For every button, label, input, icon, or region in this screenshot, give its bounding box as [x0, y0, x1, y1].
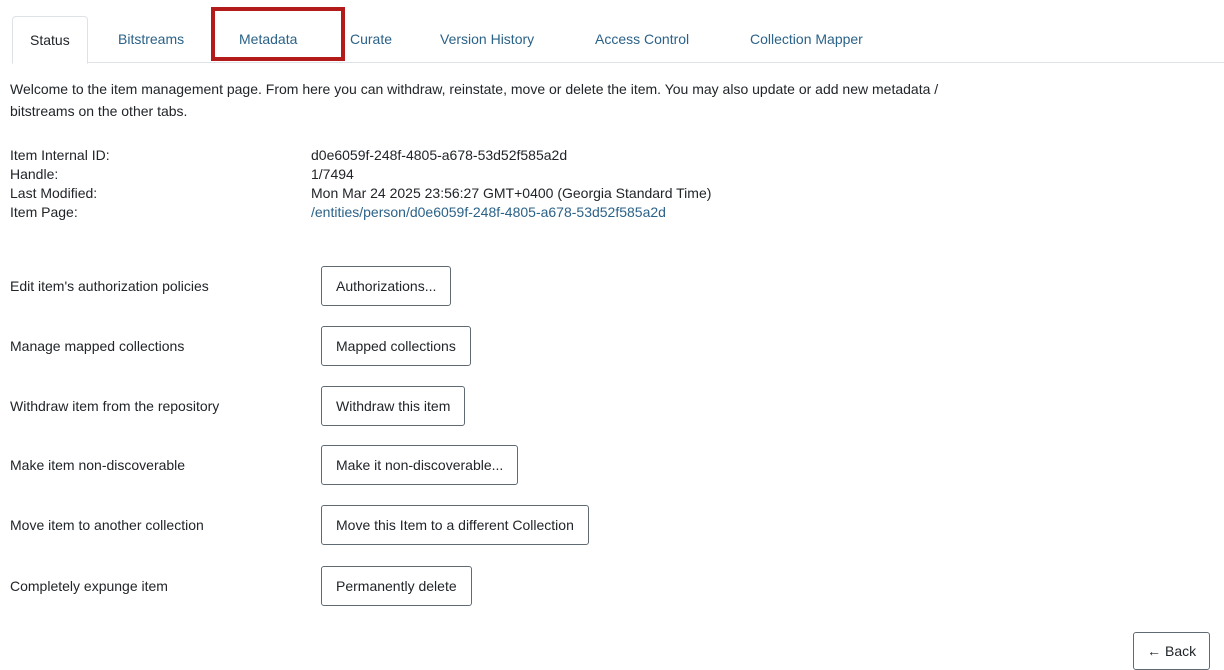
item-last-modified: Mon Mar 24 2025 23:56:27 GMT+0400 (Georg…: [311, 185, 712, 201]
item-page-link[interactable]: /entities/person/d0e6059f-248f-4805-a678…: [311, 203, 666, 222]
tab-access-control[interactable]: Access Control: [595, 16, 689, 63]
action-label: Manage mapped collections: [10, 338, 185, 354]
action-label: Withdraw item from the repository: [10, 398, 220, 414]
welcome-line-2: bitstreams on the other tabs.: [10, 103, 188, 119]
tab-metadata[interactable]: Metadata: [239, 16, 297, 63]
welcome-text: Welcome to the item management page. Fro…: [10, 78, 1210, 122]
item-handle: 1/7494: [311, 166, 354, 182]
action-label: Completely expunge item: [10, 578, 168, 594]
mapped-collections-button[interactable]: Mapped collections: [321, 326, 471, 366]
welcome-line-1: Welcome to the item management page. Fro…: [10, 81, 939, 97]
authorizations-button[interactable]: Authorizations...: [321, 266, 452, 306]
move-item-button[interactable]: Move this Item to a different Collection: [321, 505, 589, 545]
tab-collection-mapper[interactable]: Collection Mapper: [750, 16, 863, 63]
tab-curate[interactable]: Curate: [350, 16, 392, 63]
tab-bitstreams[interactable]: Bitstreams: [118, 16, 184, 63]
tab-status[interactable]: Status: [12, 16, 88, 64]
item-internal-id: d0e6059f-248f-4805-a678-53d52f585a2d: [311, 147, 568, 163]
tab-bar: Status Bitstreams Metadata Curate Versio…: [12, 16, 1224, 64]
action-label: Make item non-discoverable: [10, 457, 186, 473]
tab-version-history[interactable]: Version History: [440, 16, 534, 63]
info-label: Item Page:: [10, 204, 78, 220]
info-label: Handle:: [10, 166, 59, 182]
info-label: Item Internal ID:: [10, 147, 110, 163]
withdraw-item-button[interactable]: Withdraw this item: [321, 386, 466, 426]
make-non-discoverable-button[interactable]: Make it non-discoverable...: [321, 445, 519, 485]
back-button[interactable]: ← Back: [1133, 632, 1211, 670]
action-label: Move item to another collection: [10, 517, 204, 533]
info-label: Last Modified:: [10, 185, 98, 201]
arrow-left-icon: ←: [1147, 643, 1161, 659]
permanently-delete-button[interactable]: Permanently delete: [321, 566, 472, 606]
action-label: Edit item's authorization policies: [10, 278, 209, 294]
back-button-label: Back: [1165, 643, 1197, 659]
